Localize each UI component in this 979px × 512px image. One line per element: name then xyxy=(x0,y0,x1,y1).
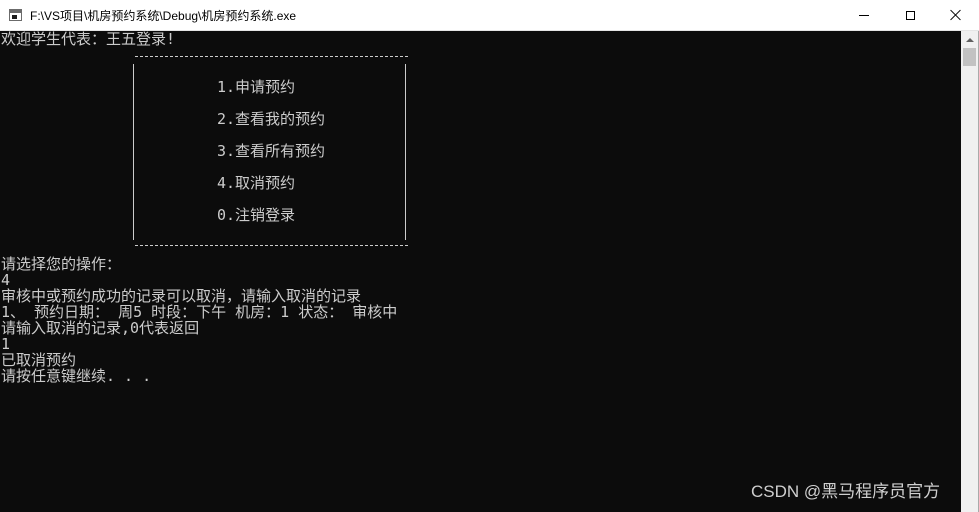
scroll-up-arrow-icon[interactable] xyxy=(961,31,978,48)
minimize-button[interactable] xyxy=(841,0,887,30)
info-line: 审核中或预约成功的记录可以取消，请输入取消的记录 xyxy=(1,287,362,305)
scrollbar-thumb[interactable] xyxy=(963,48,976,66)
window-title: F:\VS项目\机房预约系统\Debug\机房预约系统.exe xyxy=(30,9,297,23)
maximize-icon xyxy=(905,10,915,20)
menu-bottom-border xyxy=(135,245,408,246)
welcome-line: 欢迎学生代表：王五登录! xyxy=(1,31,176,48)
menu-top-border xyxy=(135,56,408,57)
prompt-line: 请选择您的操作： xyxy=(1,255,122,273)
menu-item-logout: 0.注销登录 xyxy=(217,206,296,224)
cancel-prompt-line: 请输入取消的记录,0代表返回 xyxy=(1,319,200,337)
input-line: 4 xyxy=(1,271,11,289)
title-bar[interactable]: F:\VS项目\机房预约系统\Debug\机房预约系统.exe xyxy=(0,0,979,31)
console-window: F:\VS项目\机房预约系统\Debug\机房预约系统.exe 欢迎学生代表：王… xyxy=(0,0,979,512)
menu-left-border xyxy=(133,64,134,240)
record-line: 1、 预约日期： 周5 时段：下午 机房：1 状态： 审核中 xyxy=(1,303,398,321)
input-line-2: 1 xyxy=(1,335,11,353)
close-button[interactable] xyxy=(933,0,979,30)
close-icon xyxy=(950,9,962,21)
menu-item-all-reservations: 3.查看所有预约 xyxy=(217,142,326,160)
console-app-icon[interactable] xyxy=(9,9,22,21)
vertical-scrollbar[interactable] xyxy=(961,31,978,512)
minimize-icon xyxy=(859,14,869,16)
console-output[interactable]: 欢迎学生代表：王五登录! 1.申请预约 2.查看我的预约 3.查看所有预约 4.… xyxy=(0,31,961,512)
result-line: 已取消预约 xyxy=(1,351,77,369)
continue-line: 请按任意键继续. . . xyxy=(1,367,152,385)
menu-item-my-reservations: 2.查看我的预约 xyxy=(217,110,326,128)
watermark-text: CSDN @黑马程序员官方 xyxy=(751,482,941,501)
menu-right-border xyxy=(405,64,406,240)
menu-item-cancel-reservation: 4.取消预约 xyxy=(217,174,296,192)
maximize-button[interactable] xyxy=(887,0,933,30)
menu-item-apply: 1.申请预约 xyxy=(217,78,296,96)
